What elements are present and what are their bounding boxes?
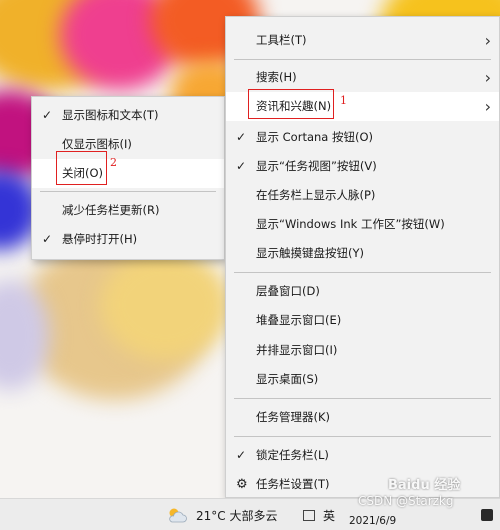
menu-item-show-touch-keyboard[interactable]: 显示触摸键盘按钮(Y) <box>226 239 499 268</box>
chevron-right-icon: › <box>484 97 491 116</box>
chevron-right-icon: › <box>484 68 491 87</box>
ime-indicator[interactable]: 英 <box>323 507 335 524</box>
menu-item-cascade-windows[interactable]: 层叠窗口(D) <box>226 277 499 306</box>
cloud-sun-icon <box>169 508 187 523</box>
annotation-highlight-box <box>248 89 334 119</box>
menu-separator <box>40 191 216 192</box>
news-and-interests-widget[interactable]: 21°C 大部多云 <box>166 499 316 530</box>
baidu-watermark: Baidu 经验 <box>388 478 461 493</box>
tray-box-icon[interactable] <box>303 510 315 521</box>
menu-item-show-task-view[interactable]: ✓ 显示“任务视图”按钮(V) <box>226 152 499 181</box>
chevron-right-icon: › <box>484 31 491 50</box>
annotation-highlight-box <box>56 151 107 185</box>
checkmark-icon: ✓ <box>42 232 53 246</box>
weather-text: 21°C 大部多云 <box>196 509 278 523</box>
menu-item-search[interactable]: 搜索(H) › <box>226 63 499 92</box>
annotation-number: 2 <box>110 156 117 169</box>
menu-item-show-windows-ink[interactable]: 显示“Windows Ink 工作区”按钮(W) <box>226 210 499 239</box>
clock-date[interactable]: 2021/6/9 <box>349 515 396 527</box>
checkmark-icon: ✓ <box>42 108 53 122</box>
menu-item-lock-taskbar[interactable]: ✓ 锁定任务栏(L) <box>226 441 499 470</box>
gear-icon: ⚙ <box>236 477 248 492</box>
menu-item-show-desktop[interactable]: 显示桌面(S) <box>226 365 499 394</box>
menu-separator <box>234 398 491 399</box>
menu-item-task-manager[interactable]: 任务管理器(K) <box>226 403 499 432</box>
csdn-watermark: CSDN @Starzkg <box>358 494 454 508</box>
menu-item-side-by-side-windows[interactable]: 并排显示窗口(I) <box>226 336 499 365</box>
submenu-item-open-on-hover[interactable]: ✓ 悬停时打开(H) <box>32 225 224 254</box>
checkmark-icon: ✓ <box>236 448 247 462</box>
submenu-item-show-icon-and-text[interactable]: ✓ 显示图标和文本(T) <box>32 101 224 130</box>
checkmark-icon: ✓ <box>236 159 247 173</box>
menu-separator <box>234 59 491 60</box>
menu-item-toolbars[interactable]: 工具栏(T) › <box>226 26 499 55</box>
menu-separator <box>234 272 491 273</box>
annotation-number: 1 <box>340 94 347 107</box>
submenu-item-reduce-updates[interactable]: 减少任务栏更新(R) <box>32 196 224 225</box>
notification-icon[interactable] <box>481 509 493 521</box>
menu-item-show-cortana[interactable]: ✓ 显示 Cortana 按钮(O) <box>226 123 499 152</box>
menu-item-stack-windows[interactable]: 堆叠显示窗口(E) <box>226 306 499 335</box>
menu-item-show-people[interactable]: 在任务栏上显示人脉(P) <box>226 181 499 210</box>
menu-separator <box>234 436 491 437</box>
checkmark-icon: ✓ <box>236 130 247 144</box>
